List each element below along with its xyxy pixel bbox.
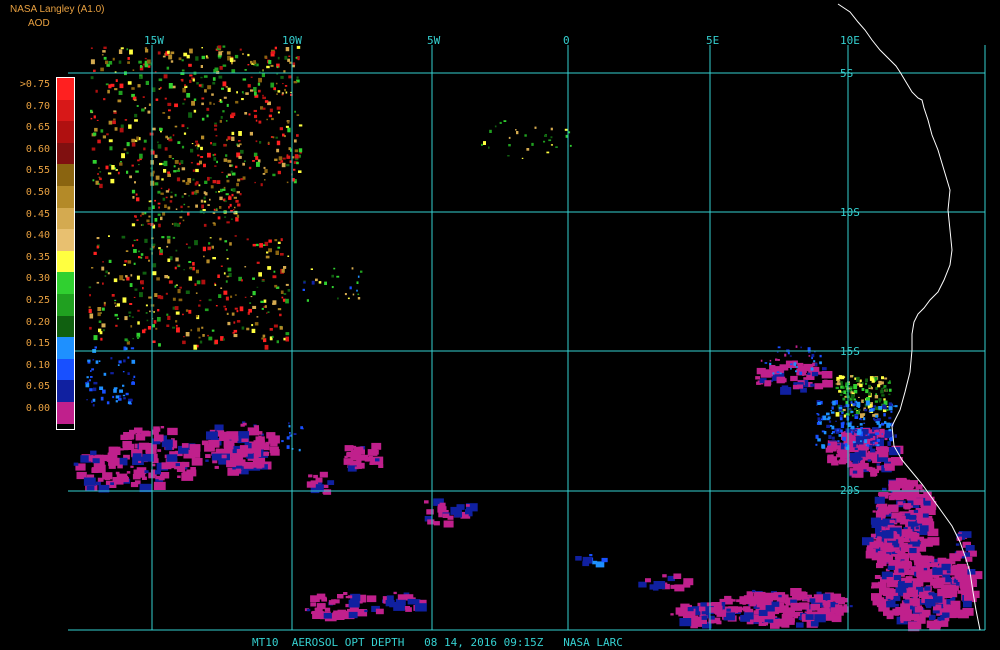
lat-label-5s: 5S: [840, 67, 854, 80]
legend-label: 0.15: [25, 338, 50, 350]
legend-swatch: [57, 315, 74, 338]
aerosol-pixels: [73, 45, 983, 632]
lat-label-20s: 20S: [840, 484, 860, 497]
lat-label-10s: 10S: [840, 206, 860, 219]
aod-map: [56, 3, 986, 632]
legend-swatch: [57, 164, 74, 187]
legend-swatch: [57, 186, 74, 208]
lat-lon-grid: [68, 45, 986, 631]
legend-label: 0.25: [25, 295, 50, 306]
legend-label: 0.50: [25, 187, 50, 198]
legend-label: 0.45: [25, 208, 50, 220]
legend-label: 0.65: [25, 122, 50, 134]
lon-label-5w: 5W: [427, 34, 441, 47]
lon-label-5e: 5E: [706, 34, 720, 47]
legend-label: 0.70: [25, 100, 50, 112]
product-subtitle: AOD: [28, 18, 50, 29]
legend-swatch: [57, 272, 74, 295]
legend-swatch: [57, 337, 74, 360]
footer-caption: MT10 AEROSOL OPT DEPTH 08 14, 2016 09:15…: [252, 636, 623, 649]
lon-label-10w: 10W: [282, 34, 302, 47]
legend-swatch: [57, 207, 74, 230]
lon-label-10e: 10E: [840, 34, 860, 47]
legend-label: 0.35: [25, 251, 50, 263]
lat-label-15s: 15S: [840, 345, 860, 358]
legend-label: >0.75: [19, 79, 50, 90]
lon-label-15w: 15W: [144, 34, 164, 47]
legend-label: 0.00: [25, 403, 50, 414]
legend-swatch: [57, 250, 74, 273]
legend-label: 0.05: [25, 381, 50, 393]
legend-label: 0.40: [25, 230, 50, 242]
product-title: NASA Langley (A1.0): [10, 4, 105, 15]
legend-swatch: [57, 99, 74, 122]
legend-label: 0.30: [25, 273, 50, 285]
legend-swatch: [57, 294, 74, 316]
legend-swatch: [57, 121, 74, 144]
lon-label-0: 0: [563, 34, 570, 47]
legend-label: 0.10: [25, 359, 50, 371]
legend-label: 0.20: [25, 316, 50, 328]
legend-swatch: [57, 380, 74, 403]
legend-label: 0.60: [25, 143, 50, 155]
legend-swatch: [57, 78, 74, 100]
legend-label: 0.55: [25, 165, 50, 177]
legend-swatch: [57, 229, 74, 252]
legend-swatch: [57, 142, 74, 165]
legend-swatch: [57, 358, 74, 381]
legend-swatch: [57, 402, 74, 424]
